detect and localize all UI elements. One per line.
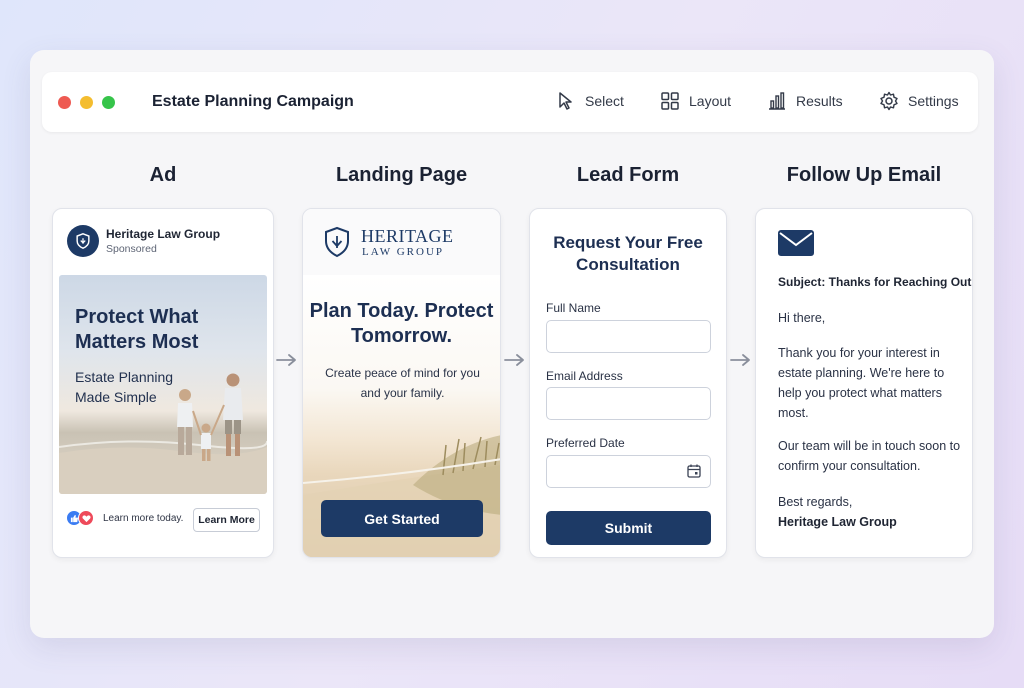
heart-icon <box>78 510 94 526</box>
landing-header: HERITAGE LAW GROUP <box>303 209 500 275</box>
landing-subtext: Create peace of mind for you and your fa… <box>325 366 480 400</box>
envelope-icon <box>778 230 814 256</box>
learn-more-button[interactable]: Learn More <box>193 508 260 532</box>
email-closing: Best regards, <box>778 495 853 509</box>
email-address-input[interactable] <box>546 387 711 420</box>
get-started-button[interactable]: Get Started <box>321 500 483 537</box>
arrow-right-icon <box>504 354 524 366</box>
ad-brand-name[interactable]: Heritage Law Group <box>106 227 220 241</box>
title-bar: Estate Planning Campaign Select Layout R… <box>42 72 978 132</box>
ad-hero-image: Protect What Matters Most Estate Plannin… <box>59 275 267 494</box>
calendar-icon[interactable] <box>686 463 702 479</box>
email-address-label: Email Address <box>546 369 623 383</box>
ad-footer-text: Learn more today. <box>103 513 184 524</box>
minimize-window-button[interactable] <box>80 96 93 109</box>
avatar <box>67 225 99 257</box>
landing-headline: Plan Today. Protect Tomorrow. <box>309 300 494 347</box>
select-tool-label: Select <box>585 93 624 109</box>
close-window-button[interactable] <box>58 96 71 109</box>
beach-grass-illustration <box>303 435 500 557</box>
landing-page-card[interactable]: HERITAGE LAW GROUP Plan Today. Protect T… <box>302 208 501 558</box>
email-paragraph-2: Our team will be in touch soon to confir… <box>778 439 961 473</box>
column-title-form: Lead Form <box>576 164 680 186</box>
sponsored-label: Sponsored <box>106 243 157 255</box>
settings-tool-button[interactable]: Settings <box>879 91 959 111</box>
gear-icon <box>880 91 898 111</box>
full-name-input[interactable] <box>546 320 711 353</box>
layout-tool-button[interactable]: Layout <box>660 91 731 111</box>
layout-tool-label: Layout <box>689 93 732 109</box>
bar-chart-icon <box>769 92 785 110</box>
shield-logo-icon <box>325 226 349 258</box>
column-title-email: Follow Up Email <box>786 164 942 186</box>
preferred-date-field[interactable] <box>546 455 711 488</box>
app-window: Estate Planning Campaign Select Layout R… <box>30 50 994 638</box>
app-title: Estate Planning Campaign <box>152 93 354 110</box>
arrow-right-icon <box>276 354 296 366</box>
cursor-icon <box>559 92 572 110</box>
email-greeting: Hi there, <box>778 311 826 325</box>
grid-icon <box>661 92 679 110</box>
lead-form-card: Request Your Free Consultation Full Name… <box>529 208 727 558</box>
ad-card[interactable]: Heritage Law Group Sponsored Protect Wha… <box>52 208 274 558</box>
submit-button[interactable]: Submit <box>546 511 711 545</box>
settings-tool-label: Settings <box>908 93 959 109</box>
preferred-date-label: Preferred Date <box>546 436 625 450</box>
email-subject: Subject: Thanks for Reaching Out <box>778 275 972 289</box>
full-name-label: Full Name <box>546 301 601 315</box>
email-signature: Heritage Law Group <box>778 515 897 529</box>
form-title: Request Your Free Consultation <box>553 233 703 274</box>
follow-up-email-card: Subject: Thanks for Reaching Out Hi ther… <box>755 208 973 558</box>
reaction-icons <box>66 510 94 526</box>
column-title-ad: Ad <box>149 164 177 186</box>
email-paragraph-1: Thank you for your interest in estate pl… <box>778 346 945 420</box>
landing-brand-subtitle: LAW GROUP <box>362 246 445 258</box>
column-title-landing: Landing Page <box>335 164 468 186</box>
arrow-right-icon <box>730 354 750 366</box>
landing-brand-name: HERITAGE <box>361 226 454 246</box>
shield-icon <box>76 233 90 249</box>
family-beach-illustration <box>59 373 267 494</box>
select-tool-button[interactable]: Select <box>556 91 624 111</box>
maximize-window-button[interactable] <box>102 96 115 109</box>
results-tool-label: Results <box>796 93 843 109</box>
results-tool-button[interactable]: Results <box>767 91 843 111</box>
